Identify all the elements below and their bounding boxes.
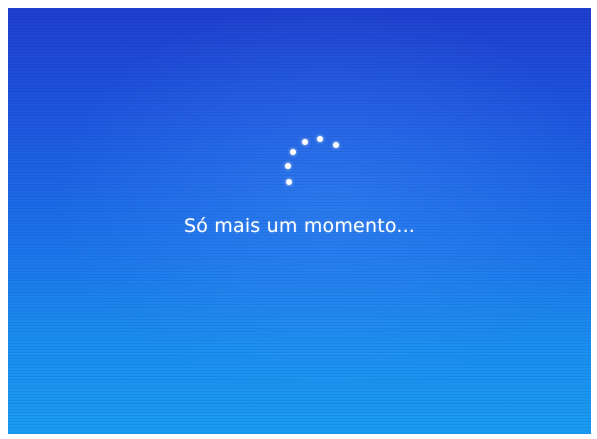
spinner-dot (333, 142, 339, 148)
spinner-dot (285, 163, 291, 169)
spinner-dot (286, 179, 292, 185)
spinner-dot (317, 136, 323, 142)
spinner-dot (290, 149, 296, 155)
loading-spinner-icon (278, 130, 348, 200)
photo-frame: Só mais um momento... (0, 0, 597, 439)
spinner-dot (302, 139, 308, 145)
setup-screen: Só mais um momento... (8, 8, 591, 434)
status-message: Só mais um momento... (183, 215, 416, 237)
